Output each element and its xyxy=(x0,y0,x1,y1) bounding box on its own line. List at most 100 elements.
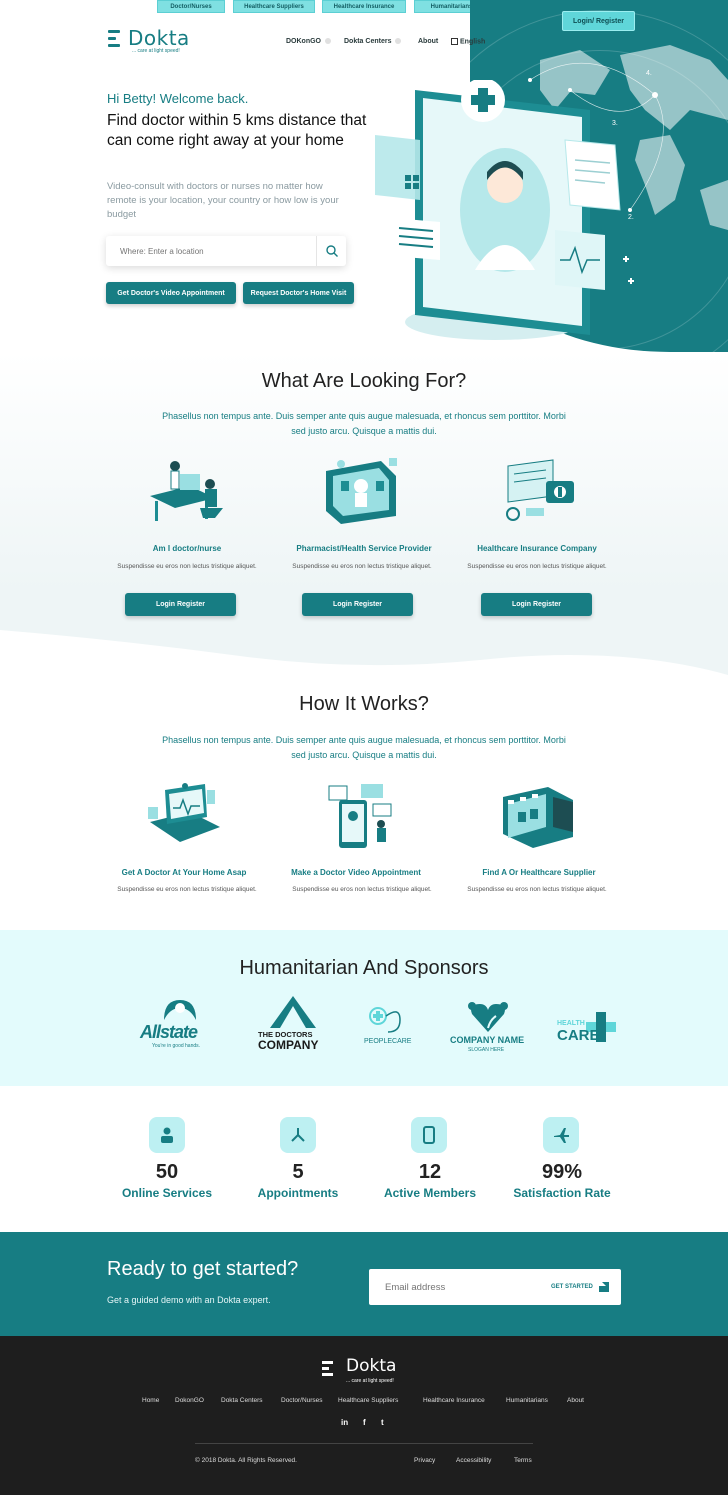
footer-link-humanitarians[interactable]: Humanitarians xyxy=(506,1397,548,1404)
footer-copyright: © 2018 Dokta. All Rights Reserved. xyxy=(195,1457,297,1464)
translate-icon xyxy=(451,38,458,45)
footer-logo-tagline: ... care at light speed! xyxy=(346,1378,394,1384)
allstate-logo[interactable]: Allstate You're in good hands. xyxy=(138,996,223,1056)
hero-title: Find doctor within 5 kms distance that c… xyxy=(107,112,367,149)
get-started-button[interactable]: GET STARTED xyxy=(551,1269,621,1305)
footer-divider xyxy=(195,1443,533,1444)
tab-healthcare-suppliers[interactable]: Healthcare Suppliers xyxy=(233,0,315,13)
tab-healthcare-insurance[interactable]: Healthcare Insurance xyxy=(322,0,406,13)
facebook-icon[interactable]: f xyxy=(363,1418,366,1427)
footer-link-doctor-nurses[interactable]: Doctor/Nurses xyxy=(281,1397,323,1404)
footer-link-accessibility[interactable]: Accessibility xyxy=(456,1457,491,1464)
footer-link-dokongo[interactable]: DokonGO xyxy=(175,1397,204,1404)
location-search-input[interactable] xyxy=(106,236,316,266)
card-doctor-text: Suspendisse eu eros non lectus tristique… xyxy=(117,563,257,570)
location-search xyxy=(106,236,346,266)
heart-icon xyxy=(468,1002,508,1032)
how-subtitle: Phasellus non tempus ante. Duis semper a… xyxy=(162,735,566,760)
footer-logo[interactable]: Dokta ... care at light speed! xyxy=(322,1356,412,1389)
email-input[interactable] xyxy=(369,1269,539,1305)
card-pharmacist-title: Pharmacist/Health Service Provider xyxy=(296,544,432,553)
stat-services-label: Online Services xyxy=(121,1186,213,1200)
how-card-home-text: Suspendisse eu eros non lectus tristique… xyxy=(117,886,257,893)
doctor-login-button[interactable]: Login Register xyxy=(125,593,236,616)
allstate-tagline: You're in good hands. xyxy=(152,1043,201,1049)
email-form: GET STARTED xyxy=(369,1269,621,1305)
sponsors-section: Humanitarian And Sponsors Allstate You'r… xyxy=(0,930,728,1086)
doctors-company-line2: COMPANY xyxy=(258,1038,319,1052)
insurance-illustration xyxy=(506,459,574,521)
stat-appointments-label: Appointments xyxy=(257,1186,339,1200)
pharmacist-login-button[interactable]: Login Register xyxy=(302,593,413,616)
nav-about[interactable]: About xyxy=(418,38,438,45)
cta-title: Ready to get started? xyxy=(107,1258,299,1280)
home-visit-button[interactable]: Request Doctor's Home Visit xyxy=(243,282,354,304)
stat-satisfaction-label: Satisfaction Rate xyxy=(513,1186,611,1200)
sponsors-title: Humanitarian And Sponsors xyxy=(239,957,489,979)
stat-services-number: 50 xyxy=(155,1161,179,1183)
user-icon xyxy=(149,1117,185,1153)
footer-logo-name: Dokta xyxy=(346,1356,397,1376)
company-slogan-text: SLOGAN HERE xyxy=(468,1047,505,1053)
stat-appointments-number: 5 xyxy=(292,1161,304,1183)
twitter-icon[interactable]: t xyxy=(381,1418,384,1427)
chevron-down-icon xyxy=(395,38,402,45)
triangle-icon xyxy=(270,996,316,1028)
company-name-text: COMPANY NAME xyxy=(450,1035,525,1045)
healthcare-logo[interactable]: HEALTH CARE xyxy=(556,1012,620,1052)
logo-icon xyxy=(108,30,122,48)
search-icon xyxy=(325,245,338,257)
doctor-desk-illustration xyxy=(150,461,223,521)
tab-doctor-nurses[interactable]: Doctor/Nurses xyxy=(157,0,225,13)
nav-language[interactable]: English xyxy=(451,38,485,45)
cta-section: Ready to get started? Get a guided demo … xyxy=(0,1232,728,1336)
how-card-video-text: Suspendisse eu eros non lectus tristique… xyxy=(292,886,432,893)
chevron-down-icon xyxy=(325,38,331,45)
nav-dokta-centers[interactable]: Dokta Centers xyxy=(344,38,402,45)
stethoscope-icon xyxy=(369,1007,401,1033)
logo-tagline: ... care at light speed! xyxy=(132,48,180,54)
peoplecare-logo[interactable]: PEOPLECARE xyxy=(362,1002,412,1052)
supplier-shop-illustration xyxy=(503,787,573,848)
login-register-button[interactable]: Login/ Register xyxy=(562,11,635,31)
pharmacist-illustration xyxy=(326,458,397,524)
card-insurance-text: Suspendisse eu eros non lectus tristique… xyxy=(467,563,607,570)
allstate-wordmark: Allstate xyxy=(140,1022,198,1042)
logo[interactable]: Dokta ... care at light speed! xyxy=(108,26,208,56)
logo-name: Dokta xyxy=(128,26,190,50)
footer-link-about[interactable]: About xyxy=(567,1397,584,1404)
share-icon xyxy=(280,1117,316,1153)
stat-satisfaction-number: 99% xyxy=(541,1161,583,1183)
hero-greeting: Hi Betty! Welcome back. xyxy=(107,91,249,106)
video-appointment-button[interactable]: Get Doctor's Video Appointment xyxy=(106,282,236,304)
card-insurance-title: Healthcare Insurance Company xyxy=(477,544,597,553)
video-appointment-illustration xyxy=(328,784,392,848)
how-title: How It Works? xyxy=(299,693,429,715)
phone-icon xyxy=(411,1117,447,1153)
company-name-logo[interactable]: COMPANY NAME SLOGAN HERE xyxy=(448,1000,528,1060)
cta-subtitle: Get a guided demo with an Dokta expert. xyxy=(107,1295,271,1305)
search-button[interactable] xyxy=(316,236,346,266)
how-card-home-title: Get A Doctor At Your Home Asap xyxy=(121,868,247,877)
footer-logo-icon xyxy=(322,1361,334,1377)
footer-link-privacy[interactable]: Privacy xyxy=(414,1457,435,1464)
how-card-video-title: Make a Doctor Video Appointment xyxy=(291,868,421,877)
footer-link-dokta-centers[interactable]: Dokta Centers xyxy=(221,1397,263,1404)
insurance-login-button[interactable]: Login Register xyxy=(481,593,592,616)
footer-link-terms[interactable]: Terms xyxy=(514,1457,532,1464)
stat-members-label: Active Members xyxy=(383,1186,477,1200)
stat-members-number: 12 xyxy=(418,1161,442,1183)
nav-dokongo[interactable]: DOKonGO xyxy=(286,38,331,45)
hands-icon xyxy=(164,1000,196,1020)
home-visit-illustration xyxy=(148,783,220,842)
footer-link-home[interactable]: Home xyxy=(142,1397,159,1404)
footer-link-healthcare-suppliers[interactable]: Healthcare Suppliers xyxy=(338,1397,398,1404)
healthcare-line2: CARE xyxy=(557,1027,600,1044)
footer-link-healthcare-insurance[interactable]: Healthcare Insurance xyxy=(423,1397,485,1404)
linkedin-icon[interactable]: in xyxy=(341,1418,348,1427)
doctors-company-logo[interactable]: THE DOCTORS COMPANY xyxy=(256,994,326,1054)
arrow-icon xyxy=(598,1282,609,1292)
airplane-icon xyxy=(543,1117,579,1153)
card-doctor-title: Am I doctor/nurse xyxy=(152,544,222,553)
healthcare-line1: HEALTH xyxy=(557,1020,585,1027)
